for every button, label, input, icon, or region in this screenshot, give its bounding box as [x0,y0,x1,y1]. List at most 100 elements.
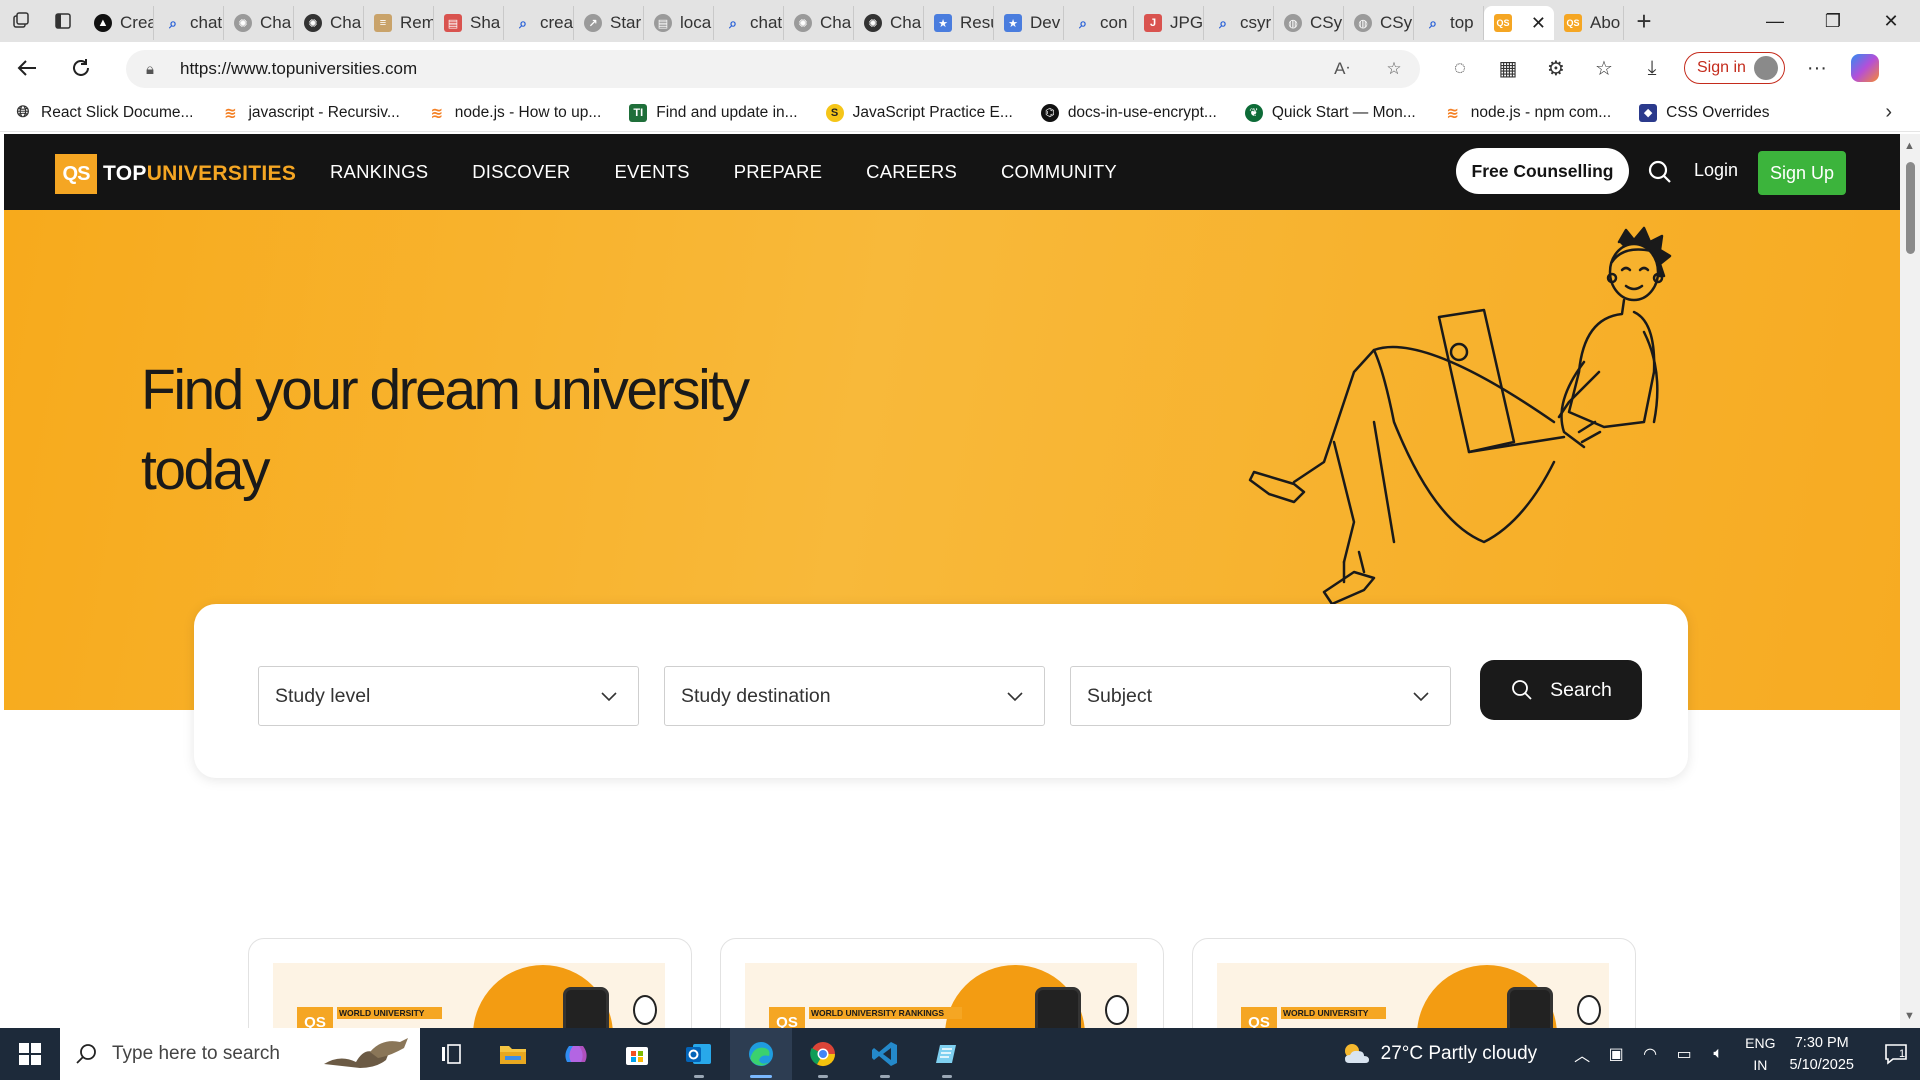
new-tab-button[interactable]: + [1624,1,1664,41]
url-text[interactable]: https://www.topuniversities.com [180,59,1316,79]
close-window-icon[interactable]: ✕ [1862,0,1920,42]
menu-discover[interactable]: DISCOVER [472,161,570,183]
tab-actions-icon[interactable] [42,0,84,42]
browser-tab[interactable]: J JPG [1134,6,1204,40]
search-icon[interactable] [1644,156,1676,188]
outlook-app[interactable] [668,1028,730,1080]
browser-tab[interactable]: ⌕ chat [714,6,784,40]
taskbar-search[interactable]: Type here to search [60,1028,420,1080]
menu-careers[interactable]: CAREERS [866,161,957,183]
volume-icon[interactable]: 🔈︎ [1703,1045,1733,1063]
browser-tab[interactable]: ≡ Rem [364,6,434,40]
copilot-app[interactable] [544,1028,606,1080]
search-button[interactable]: Search [1480,660,1642,720]
bookmark-item[interactable]: ≋ node.js - npm com... [1444,104,1611,122]
favorites-icon[interactable]: ☆ [1580,42,1628,94]
menu-rankings[interactable]: RANKINGS [330,161,428,183]
back-button[interactable] [0,42,54,94]
language-indicator[interactable]: ENG IN [1745,1032,1775,1076]
bookmark-item[interactable]: 🌐︎ React Slick Docume... [14,104,194,122]
browser-tab[interactable]: ⌕ csyr [1204,6,1274,40]
lock-icon[interactable]: 🔒︎ [146,61,180,78]
chrome-app[interactable] [792,1028,854,1080]
globe-icon: ◍ [1284,14,1302,32]
ranking-card[interactable]: QS WORLD UNIVERSITY RANKINGS [720,938,1164,1028]
task-view-button[interactable] [420,1028,482,1080]
more-options-icon[interactable]: ··· [1793,42,1841,94]
free-counselling-button[interactable]: Free Counselling [1456,148,1629,194]
login-link[interactable]: Login [1694,160,1738,181]
downloads-icon[interactable]: ⤓ [1628,42,1676,94]
url-bar[interactable]: 🔒︎ https://www.topuniversities.com Aᐧ ☆ [126,50,1420,88]
page-scrollbar[interactable]: ▲ ▼ [1900,134,1920,1028]
study-level-select[interactable]: Study level [258,666,639,726]
extension-icon[interactable]: ◌ [1436,42,1484,94]
copilot-button[interactable] [1841,42,1889,94]
bookmark-item[interactable]: ≋ node.js - How to up... [428,104,601,122]
profile-signin-button[interactable]: Sign in [1684,52,1785,84]
store-app[interactable] [606,1028,668,1080]
read-aloud-icon[interactable]: Aᐧ [1316,59,1368,79]
browser-tab[interactable]: ⌕ top [1414,6,1484,40]
browser-tab[interactable]: ▤ loca [644,6,714,40]
ti-icon: TI [629,103,648,122]
edge-app[interactable] [730,1028,792,1080]
browser-tab[interactable]: ★ Dev [994,6,1064,40]
vscode-app[interactable] [854,1028,916,1080]
browser-tab[interactable]: ✺ Cha [294,6,364,40]
signup-button[interactable]: Sign Up [1758,151,1846,195]
study-destination-select[interactable]: Study destination [664,666,1045,726]
menu-community[interactable]: COMMUNITY [1001,161,1117,183]
file-explorer-app[interactable] [482,1028,544,1080]
search-icon: ⌕ [729,14,737,31]
bookmark-item[interactable]: ❦ Quick Start — Mon... [1244,103,1416,122]
battery-icon[interactable]: ▭ [1669,1044,1699,1064]
browser-tab[interactable]: ↗ Star [574,6,644,40]
wifi-icon[interactable]: ◠ [1635,1044,1665,1064]
workspaces-icon[interactable] [0,0,42,42]
browser-tab[interactable]: ✺ Cha [784,6,854,40]
extensions-icon[interactable]: ⚙ [1532,42,1580,94]
bookmark-item[interactable]: ◆ CSS Overrides [1639,103,1770,122]
restore-icon[interactable]: ❐ [1804,0,1862,42]
scroll-up-icon[interactable]: ▲ [1904,140,1915,152]
menu-prepare[interactable]: PREPARE [734,161,822,183]
clock[interactable]: 7:30 PM 5/10/2025 [1789,1032,1854,1076]
chevron-right-icon[interactable]: › [1885,101,1892,124]
browser-tab[interactable]: ✺ Cha [224,6,294,40]
browser-tab[interactable]: ◍ CSy [1344,6,1414,40]
bookmark-item[interactable]: ⌬ docs-in-use-encrypt... [1040,103,1217,122]
scroll-down-icon[interactable]: ▼ [1904,1010,1915,1022]
start-button[interactable] [0,1028,60,1080]
minimize-icon[interactable]: — [1746,0,1804,42]
browser-tab[interactable]: ⌕ con [1064,6,1134,40]
browser-tab[interactable]: ⌕ chat [154,6,224,40]
browser-tab[interactable]: QS Abo [1554,6,1624,40]
ranking-card[interactable]: QS WORLD UNIVERSITY [1192,938,1636,1028]
notification-center-button[interactable]: 1 [1872,1028,1920,1080]
subject-select[interactable]: Subject [1070,666,1451,726]
ranking-card[interactable]: QS WORLD UNIVERSITY [248,938,692,1028]
bookmark-item[interactable]: TI Find and update in... [629,103,798,122]
close-tab-icon[interactable]: ✕ [1531,13,1546,34]
browser-tab[interactable]: ▲ Crea [84,6,154,40]
chevron-up-icon[interactable]: ︿ [1567,1042,1597,1066]
browser-tab[interactable]: ▤ Sha [434,6,504,40]
weather-widget[interactable]: 27°C Partly cloudy [1341,1041,1537,1067]
browser-tab[interactable]: ★Resu [924,6,994,40]
notepad-icon [936,1045,956,1063]
bookmark-item[interactable]: ≋ javascript - Recursiv... [221,104,400,122]
browser-tab[interactable]: ◍ CSy [1274,6,1344,40]
refresh-button[interactable] [54,42,108,94]
menu-events[interactable]: EVENTS [614,161,689,183]
favorite-star-icon[interactable]: ☆ [1368,59,1420,79]
scrollbar-thumb[interactable] [1906,162,1915,254]
browser-tab-active[interactable]: QS ✕ [1484,6,1554,40]
bookmark-item[interactable]: S JavaScript Practice E... [825,103,1013,122]
browser-tab[interactable]: ✺ Cha [854,6,924,40]
meet-now-icon[interactable]: ▣ [1601,1044,1631,1064]
notepad-app[interactable] [916,1028,978,1080]
extension-icon[interactable]: ▦ [1484,42,1532,94]
site-logo[interactable]: QS TOPUNIVERSITIES [55,154,296,194]
browser-tab[interactable]: ⌕ crea [504,6,574,40]
